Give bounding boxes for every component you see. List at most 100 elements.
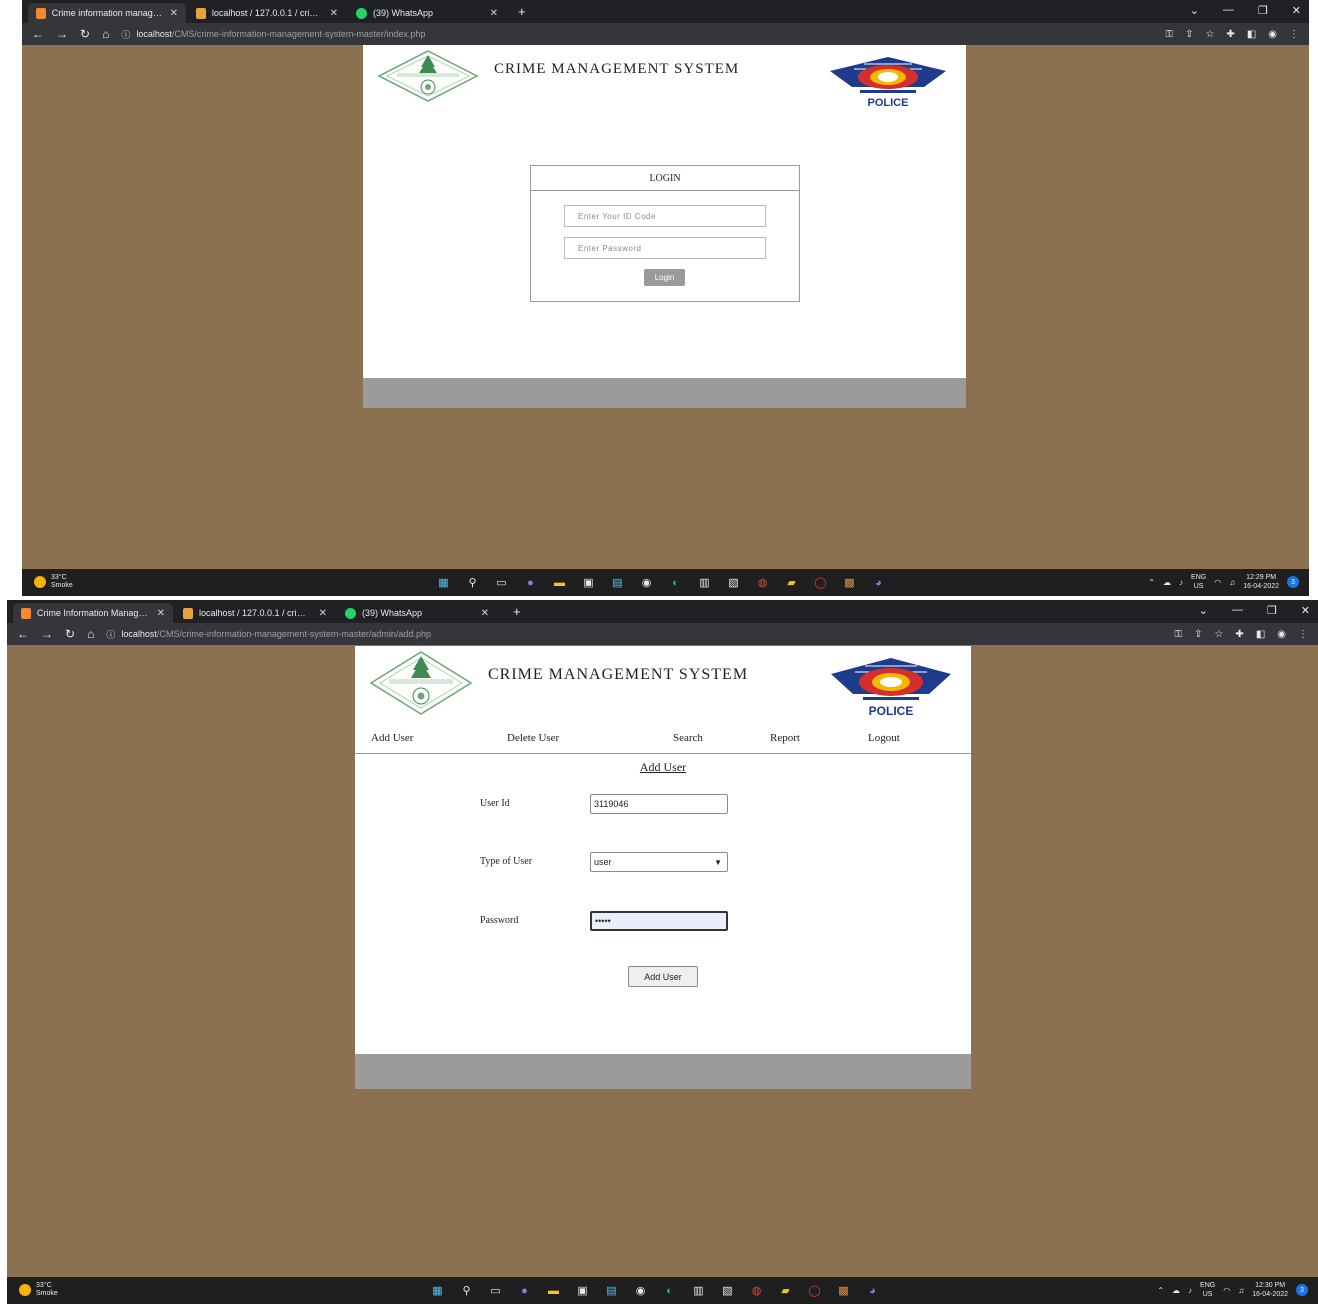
close-tab-icon[interactable]: ✕ <box>319 608 327 619</box>
monitor-icon[interactable]: ▧ <box>719 1282 736 1299</box>
monitor-icon[interactable]: ▧ <box>725 574 742 591</box>
search-icon[interactable]: ⚲ <box>464 574 481 591</box>
menu-kebab-icon[interactable]: ⋮ <box>1298 629 1308 640</box>
close-tab-icon[interactable]: ✕ <box>170 8 178 19</box>
minimize-icon[interactable]: — <box>1232 604 1243 617</box>
back-icon[interactable]: ← <box>32 27 44 41</box>
url-field[interactable]: ⓘ localhost/CMS/crime-information-manage… <box>106 628 431 641</box>
wifi-icon[interactable]: ◠ <box>1223 1286 1230 1295</box>
chrome-icon[interactable]: ◍ <box>748 1282 765 1299</box>
nav-add-user[interactable]: Add User <box>371 732 413 744</box>
url-field[interactable]: ⓘ localhost/CMS/crime-information-manage… <box>121 28 425 41</box>
tab-whatsapp[interactable]: (39) WhatsApp ✕ <box>348 3 506 23</box>
discord-icon[interactable]: ◕ <box>870 574 887 591</box>
weather-widget[interactable]: 33°C Smoke <box>19 1282 58 1298</box>
password-field[interactable]: ••••• <box>590 911 728 931</box>
notification-badge[interactable]: 3 <box>1296 1284 1308 1296</box>
minimize-icon[interactable]: — <box>1223 4 1234 17</box>
info-icon[interactable]: ⓘ <box>121 28 130 41</box>
task-view-icon[interactable]: ▭ <box>487 1282 504 1299</box>
sticky-notes-icon[interactable]: ▰ <box>783 574 800 591</box>
app-circle-icon[interactable]: ◉ <box>632 1282 649 1299</box>
home-icon[interactable]: ⌂ <box>102 27 109 41</box>
bookmark-star-icon[interactable]: ☆ <box>1205 29 1214 40</box>
task-view-icon[interactable]: ▭ <box>493 574 510 591</box>
opera-icon[interactable]: ◯ <box>806 1282 823 1299</box>
forward-icon[interactable]: → <box>56 27 68 41</box>
edge-icon[interactable]: ◐ <box>667 574 684 591</box>
forward-icon[interactable]: → <box>41 627 53 641</box>
tray-mic-icon[interactable]: ♪ <box>1188 1286 1192 1295</box>
opera-icon[interactable]: ◯ <box>812 574 829 591</box>
share-icon[interactable]: ⇪ <box>1185 29 1193 40</box>
close-window-icon[interactable]: ✕ <box>1301 604 1310 617</box>
tray-chevron-icon[interactable]: ⌃ <box>1157 1286 1164 1295</box>
nav-report[interactable]: Report <box>770 732 800 744</box>
store-icon[interactable]: ▣ <box>580 574 597 591</box>
discord-icon[interactable]: ◕ <box>864 1282 881 1299</box>
language-indicator[interactable]: ENG US <box>1200 1281 1215 1299</box>
close-tab-icon[interactable]: ✕ <box>490 8 498 19</box>
restore-icon[interactable]: ❐ <box>1267 604 1277 617</box>
app-icon[interactable]: ▤ <box>609 574 626 591</box>
tab-whatsapp[interactable]: (39) WhatsApp ✕ <box>337 603 497 623</box>
file-explorer-icon[interactable]: ▬ <box>551 574 568 591</box>
search-icon[interactable]: ⚲ <box>458 1282 475 1299</box>
app-icon[interactable]: ▤ <box>603 1282 620 1299</box>
key-icon[interactable]: ⚿ <box>1174 629 1182 640</box>
tab-phpmyadmin[interactable]: localhost / 127.0.0.1 / crime / fir ✕ <box>175 603 335 623</box>
add-user-button[interactable]: Add User <box>628 966 698 987</box>
id-code-input[interactable]: Enter Your ID Code <box>564 205 766 227</box>
windows-start-icon[interactable]: ▦ <box>435 574 452 591</box>
new-tab-icon[interactable]: + <box>518 4 526 19</box>
windows-start-icon[interactable]: ▦ <box>429 1282 446 1299</box>
profile-avatar-icon[interactable]: ◉ <box>1268 29 1277 40</box>
tab-search-icon[interactable]: ⌄ <box>1190 4 1199 17</box>
clock[interactable]: 12:30 PM 16-04-2022 <box>1252 1281 1288 1299</box>
login-button[interactable]: Login <box>644 269 685 286</box>
profile-avatar-icon[interactable]: ◉ <box>1277 629 1286 640</box>
nav-logout[interactable]: Logout <box>868 732 900 744</box>
menu-kebab-icon[interactable]: ⋮ <box>1289 29 1299 40</box>
close-tab-icon[interactable]: ✕ <box>481 608 489 619</box>
password-input[interactable]: Enter Password <box>564 237 766 259</box>
teams-chat-icon[interactable]: ● <box>516 1282 533 1299</box>
tray-mic-icon[interactable]: ♪ <box>1179 578 1183 587</box>
share-icon[interactable]: ⇪ <box>1194 629 1202 640</box>
restore-icon[interactable]: ❐ <box>1258 4 1268 17</box>
user-type-select[interactable]: user ▼ <box>590 852 728 872</box>
home-icon[interactable]: ⌂ <box>87 627 94 641</box>
sticky-notes-icon[interactable]: ▰ <box>777 1282 794 1299</box>
teams-chat-icon[interactable]: ● <box>522 574 539 591</box>
reload-icon[interactable]: ↻ <box>80 27 90 41</box>
calculator-icon[interactable]: ▥ <box>696 574 713 591</box>
weather-widget[interactable]: 33°C Smoke <box>34 574 73 590</box>
language-indicator[interactable]: ENG US <box>1191 573 1206 591</box>
store-icon[interactable]: ▣ <box>574 1282 591 1299</box>
clock[interactable]: 12:29 PM 16-04-2022 <box>1243 573 1279 591</box>
tab-phpmyadmin[interactable]: localhost / 127.0.0.1 / crime / fir ✕ <box>188 3 346 23</box>
edge-icon[interactable]: ◐ <box>661 1282 678 1299</box>
close-tab-icon[interactable]: ✕ <box>157 608 165 619</box>
bookmark-star-icon[interactable]: ☆ <box>1214 629 1223 640</box>
sidepanel-icon[interactable]: ◧ <box>1256 629 1265 640</box>
app-circle-icon[interactable]: ◉ <box>638 574 655 591</box>
xampp-icon[interactable]: ▩ <box>841 574 858 591</box>
reload-icon[interactable]: ↻ <box>65 627 75 641</box>
back-icon[interactable]: ← <box>17 627 29 641</box>
file-explorer-icon[interactable]: ▬ <box>545 1282 562 1299</box>
close-tab-icon[interactable]: ✕ <box>330 8 338 19</box>
chrome-icon[interactable]: ◍ <box>754 574 771 591</box>
extensions-icon[interactable]: ✚ <box>1235 629 1243 640</box>
tray-cloud-icon[interactable]: ☁ <box>1163 578 1171 587</box>
tray-chevron-icon[interactable]: ⌃ <box>1148 578 1155 587</box>
info-icon[interactable]: ⓘ <box>106 628 115 641</box>
tray-cloud-icon[interactable]: ☁ <box>1172 1286 1180 1295</box>
nav-search[interactable]: Search <box>673 732 703 744</box>
extensions-icon[interactable]: ✚ <box>1226 29 1234 40</box>
notification-badge[interactable]: 3 <box>1287 576 1299 588</box>
user-id-input[interactable]: 3119046 <box>590 794 728 814</box>
new-tab-icon[interactable]: + <box>513 604 521 619</box>
key-icon[interactable]: ⚿ <box>1165 29 1173 40</box>
close-window-icon[interactable]: ✕ <box>1292 4 1301 17</box>
